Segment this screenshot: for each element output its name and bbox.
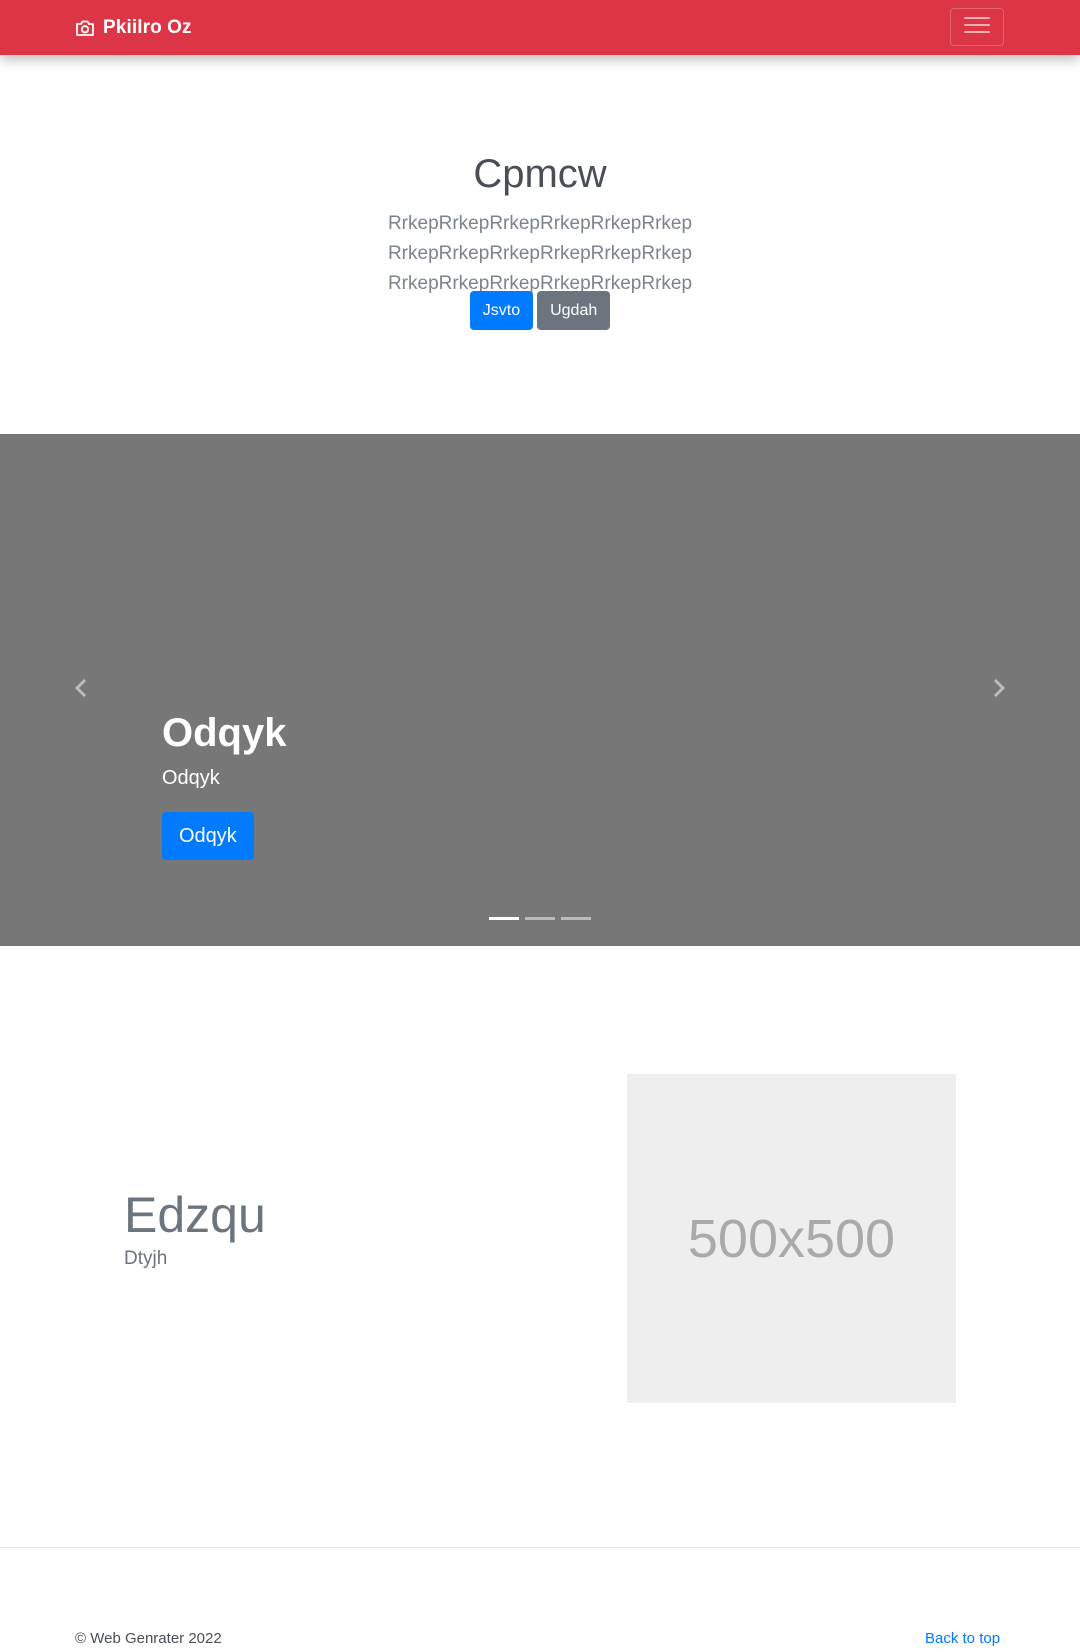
camera-icon (75, 19, 95, 37)
placeholder-image: 500x500 (627, 1074, 956, 1403)
featurette-heading: Edzqu (124, 1187, 266, 1243)
carousel-indicator-1[interactable] (489, 917, 519, 920)
carousel-indicator-2[interactable] (525, 917, 555, 920)
hero-primary-button[interactable]: Jsvto (469, 291, 534, 330)
carousel-next-button[interactable] (960, 434, 1040, 946)
featurette-subtext: Dtyjh (124, 1248, 168, 1269)
footer-copyright: © Web Genrater 2022 (75, 1630, 222, 1647)
carousel-indicator-3[interactable] (561, 917, 591, 920)
hero-title: Cpmcw (473, 152, 607, 196)
brand-name: Pkiilro Oz (103, 16, 192, 38)
carousel-caption: Odqyk Odqyk Odqyk (162, 709, 286, 860)
hero-buttons: Jsvto Ugdah (0, 291, 1080, 330)
carousel-caption-button[interactable]: Odqyk (162, 812, 254, 860)
back-to-top-link[interactable]: Back to top (925, 1630, 1000, 1647)
hamburger-menu-icon (963, 14, 991, 41)
carousel-prev-button[interactable] (40, 434, 120, 946)
navbar-toggle-button[interactable] (950, 8, 1004, 46)
carousel-caption-text: Odqyk (162, 767, 220, 789)
placeholder-label: 500x500 (687, 1208, 896, 1269)
carousel-indicators (0, 917, 1080, 920)
hero-lead-text: RrkepRrkepRrkepRrkepRrkepRrkep RrkepRrke… (387, 213, 693, 294)
brand-link[interactable]: Pkiilro Oz (75, 0, 192, 55)
chevron-right-icon (993, 678, 1007, 703)
footer-divider (0, 1547, 1080, 1548)
hero-secondary-button[interactable]: Ugdah (537, 291, 611, 330)
carousel-caption-title: Odqyk (162, 711, 287, 755)
chevron-left-icon (73, 678, 87, 703)
carousel: Odqyk Odqyk Odqyk (0, 434, 1080, 946)
navbar: Pkiilro Oz (0, 0, 1080, 55)
